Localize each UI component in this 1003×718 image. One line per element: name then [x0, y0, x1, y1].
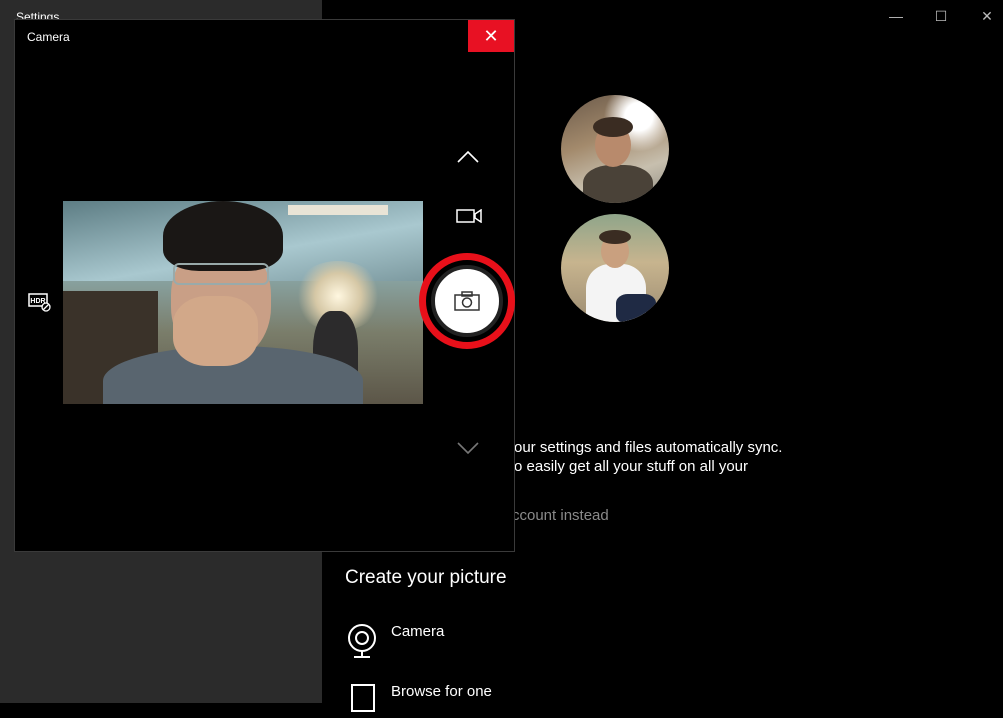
close-settings-button[interactable]: ✕	[977, 8, 997, 25]
minimize-button[interactable]: —	[886, 8, 906, 24]
avatar-recent-2[interactable]	[561, 214, 669, 322]
chevron-down-icon[interactable]	[455, 438, 481, 458]
camera-option[interactable]: Camera	[345, 623, 444, 664]
camera-option-label: Camera	[391, 623, 445, 640]
browse-icon	[345, 683, 379, 718]
sync-description-line1: our settings and files automatically syn…	[514, 439, 783, 456]
camera-close-button[interactable]: ✕	[468, 20, 514, 52]
camera-window-title: Camera	[27, 30, 70, 44]
local-account-link[interactable]: ccount instead	[512, 507, 609, 524]
webcam-icon	[345, 623, 379, 664]
hdr-toggle[interactable]: HDR	[27, 292, 53, 312]
video-mode-icon[interactable]	[455, 206, 483, 226]
avatar-recent-1[interactable]	[561, 95, 669, 203]
sync-description-line2: o easily get all your stuff on all your	[514, 458, 749, 475]
take-photo-button[interactable]	[431, 265, 503, 337]
hdr-icon: HDR	[28, 293, 51, 312]
camera-preview	[63, 201, 423, 404]
camera-window: Camera ✕ HDR	[14, 19, 515, 552]
camera-icon	[454, 291, 480, 311]
browse-option[interactable]: Browse for one	[345, 683, 492, 718]
chevron-up-icon[interactable]	[455, 147, 481, 167]
capture-highlight-ring	[419, 253, 515, 349]
browse-option-label: Browse for one	[391, 683, 492, 700]
create-picture-heading: Create your picture	[345, 567, 507, 588]
maximize-button[interactable]: ☐	[931, 8, 951, 25]
